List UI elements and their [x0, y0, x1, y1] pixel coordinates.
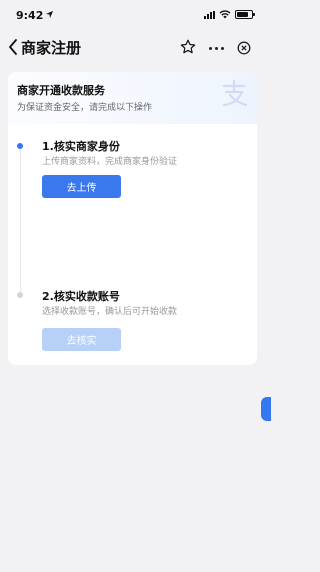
step-2-description: 选择收款账号，确认后可开始收款: [42, 307, 178, 317]
more-dot-icon: [208, 46, 212, 50]
close-button[interactable]: [230, 36, 258, 60]
alipay-logo-icon: [222, 79, 248, 107]
card-header: 商家开通收款服务 为保证资金安全，请完成以下操作: [8, 72, 257, 124]
timeline-line: [20, 146, 21, 296]
battery-level: [237, 12, 249, 17]
more-button[interactable]: [202, 36, 230, 60]
close-circle-icon: [237, 41, 251, 55]
step-1-description: 上传商家资料，完成商家身份验证: [42, 157, 178, 167]
upload-button[interactable]: 去上传: [42, 175, 121, 198]
step-1-title: 1.核实商家身份: [42, 140, 120, 153]
verify-button: 去核实: [42, 328, 121, 351]
side-floating-handle[interactable]: [261, 397, 271, 421]
step-1-indicator: [17, 143, 23, 149]
location-arrow-icon: [45, 10, 54, 19]
battery-icon: [235, 10, 255, 19]
cellular-signal-icon: [204, 10, 215, 19]
card-subtitle: 为保证资金安全，请完成以下操作: [17, 103, 153, 113]
status-bar: 9:42: [0, 0, 265, 30]
status-time: 9:42: [16, 9, 44, 22]
back-chevron-icon[interactable]: [7, 38, 19, 56]
card-title: 商家开通收款服务: [17, 84, 105, 97]
star-favorite-icon[interactable]: [179, 38, 197, 56]
step-2-indicator: [17, 292, 23, 298]
more-dot-icon: [214, 46, 218, 50]
more-dot-icon: [220, 46, 224, 50]
step-2-title: 2.核实收款账号: [42, 290, 120, 303]
wifi-icon: [219, 10, 231, 19]
merchant-service-card: 商家开通收款服务 为保证资金安全，请完成以下操作 1.核实商家身份 上传商家资料…: [8, 72, 257, 365]
nav-bar: 商家注册: [0, 30, 265, 64]
mini-program-capsule: [202, 36, 258, 60]
status-icons: [204, 10, 255, 19]
page-title: 商家注册: [21, 39, 82, 57]
